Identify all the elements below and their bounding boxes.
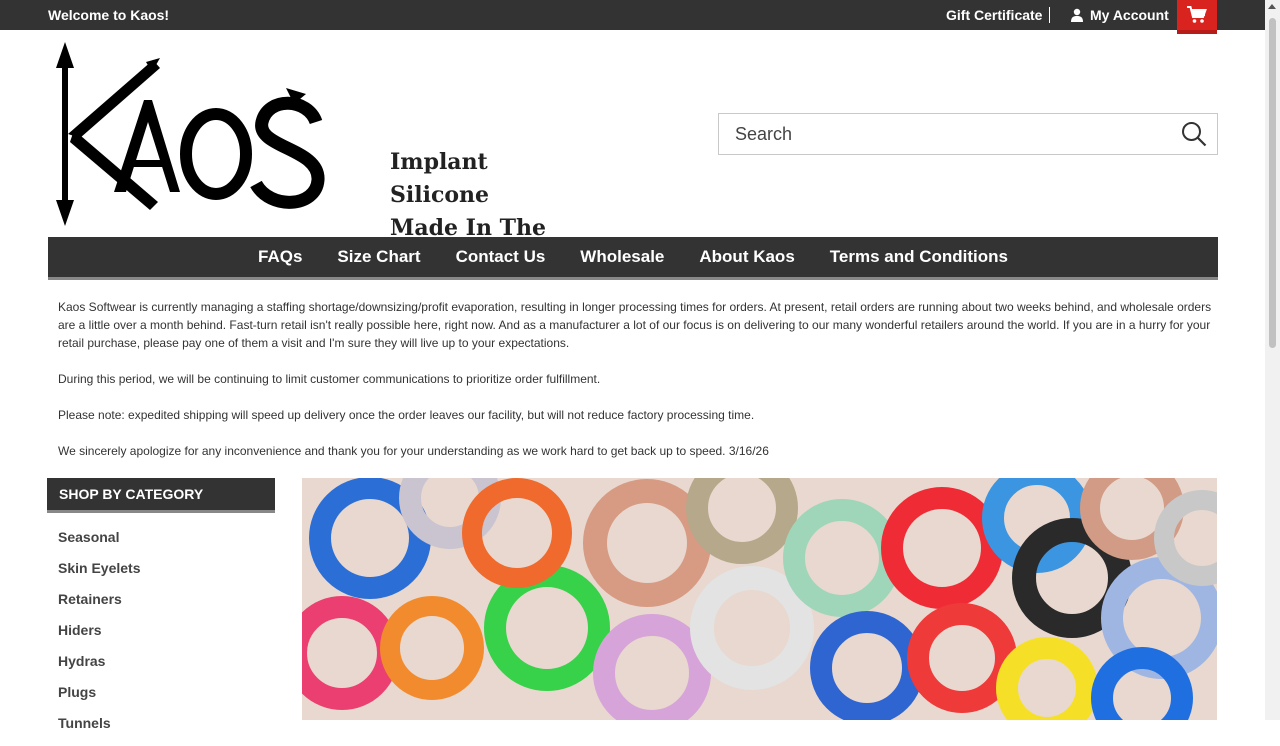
welcome-text: Welcome to Kaos! xyxy=(48,7,170,23)
my-account-link[interactable]: My Account xyxy=(1070,7,1169,23)
category-item-retainers[interactable]: Retainers xyxy=(58,591,141,622)
scroll-thumb[interactable] xyxy=(1269,18,1276,348)
nav-terms-and-conditions[interactable]: Terms and Conditions xyxy=(830,247,1008,267)
category-item-hydras[interactable]: Hydras xyxy=(58,653,141,684)
notice-paragraph: During this period, we will be continuin… xyxy=(58,372,601,386)
hero-banner-image[interactable] xyxy=(302,478,1217,720)
shopping-cart-icon xyxy=(1187,6,1207,23)
search-icon[interactable] xyxy=(1181,121,1207,147)
notice-paragraph: Please note: expedited shipping will spe… xyxy=(58,408,755,422)
scroll-up-arrow-icon[interactable] xyxy=(1268,4,1276,9)
my-account-label: My Account xyxy=(1090,7,1169,23)
topbar-divider xyxy=(1049,7,1050,23)
page-scrollbar[interactable] xyxy=(1265,0,1280,720)
nav-size-chart[interactable]: Size Chart xyxy=(337,247,420,267)
nav-faqs[interactable]: FAQs xyxy=(258,247,302,267)
shop-by-category-heading: SHOP BY CATEGORY xyxy=(47,478,275,513)
nav-wholesale[interactable]: Wholesale xyxy=(580,247,664,267)
notice-paragraph: We sincerely apologize for any inconveni… xyxy=(58,444,769,458)
main-navigation: FAQs Size Chart Contact Us Wholesale Abo… xyxy=(48,237,1218,280)
category-item-hiders[interactable]: Hiders xyxy=(58,622,141,653)
top-bar: Welcome to Kaos! Gift Certificate My Acc… xyxy=(0,0,1265,34)
silicone-tunnels-photo xyxy=(302,478,1217,720)
sidebar-heading-label: SHOP BY CATEGORY xyxy=(59,486,204,502)
site-logo[interactable]: Implant Silicone Made In The USA xyxy=(48,42,548,274)
kaos-logo-wordmark xyxy=(56,42,325,226)
nav-about-kaos[interactable]: About Kaos xyxy=(699,247,794,267)
category-list: Seasonal Skin Eyelets Retainers Hiders H… xyxy=(58,529,141,746)
category-item-skin-eyelets[interactable]: Skin Eyelets xyxy=(58,560,141,591)
search-input[interactable] xyxy=(733,123,1167,146)
cart-button[interactable] xyxy=(1177,0,1217,34)
search-box xyxy=(718,113,1218,155)
notice-paragraph: Kaos Softwear is currently managing a st… xyxy=(58,300,1212,350)
nav-contact-us[interactable]: Contact Us xyxy=(456,247,546,267)
person-icon xyxy=(1071,8,1083,22)
category-item-plugs[interactable]: Plugs xyxy=(58,684,141,715)
store-notice: Kaos Softwear is currently managing a st… xyxy=(58,298,1213,478)
gift-certificate-link[interactable]: Gift Certificate xyxy=(946,7,1042,23)
tagline-line-1: Implant Silicone xyxy=(390,149,490,208)
category-item-seasonal[interactable]: Seasonal xyxy=(58,529,141,560)
